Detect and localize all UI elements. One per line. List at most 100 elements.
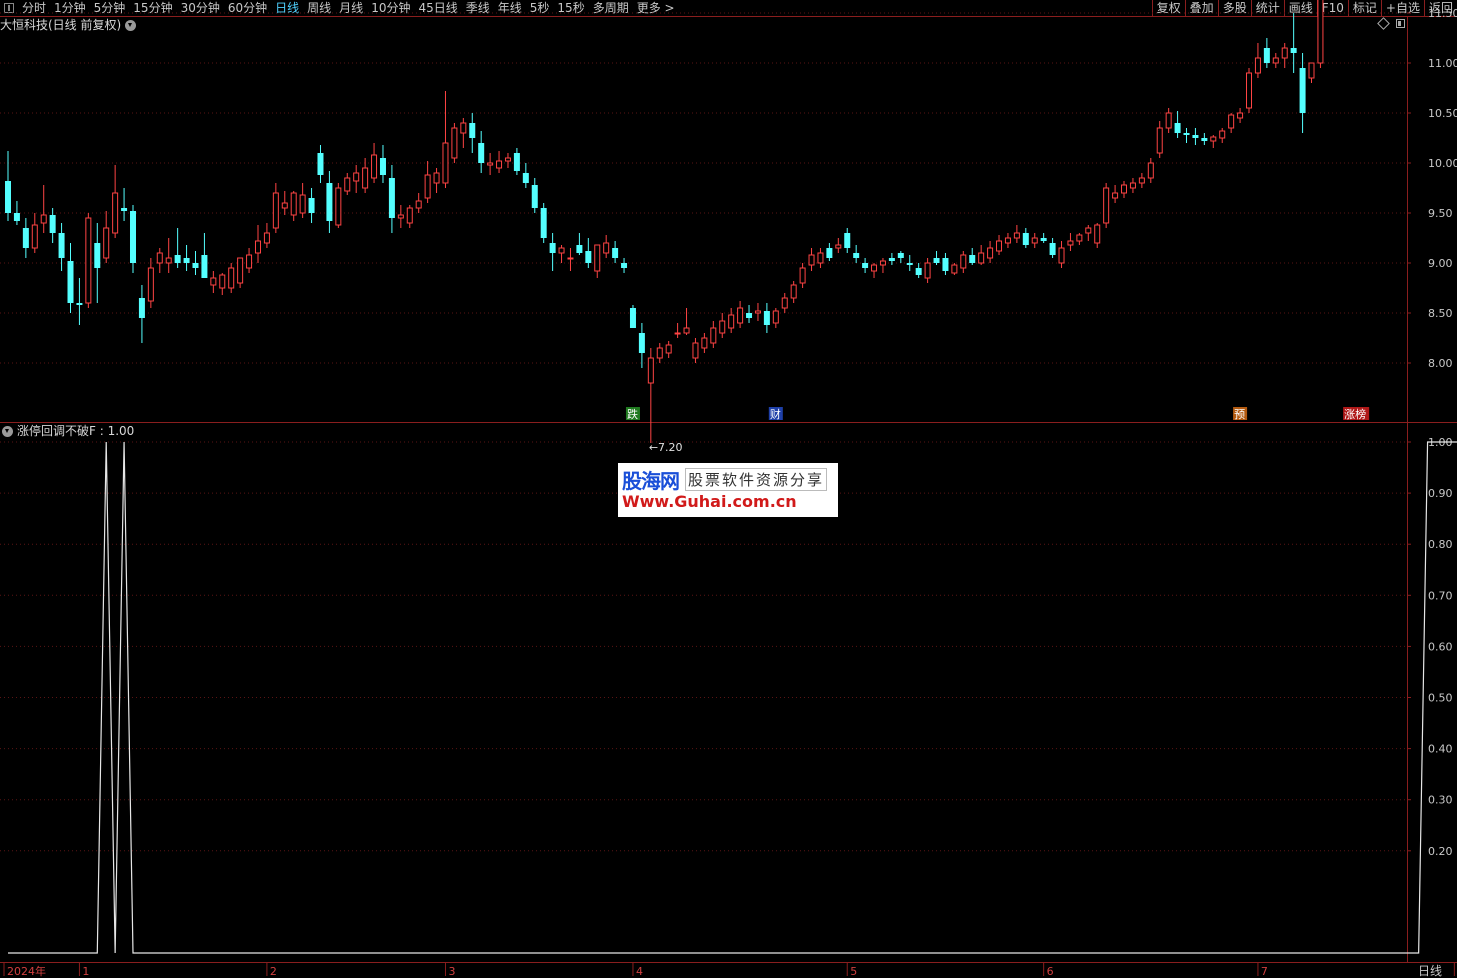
x-tick-label: 7 [1261,965,1268,978]
candle-body [558,247,565,254]
candle-body [1147,162,1154,179]
candle-body [594,244,601,272]
candle-body [576,245,583,253]
candle-body [85,217,92,304]
candle [1219,128,1226,143]
candle [263,223,270,248]
candle-body [987,247,994,259]
candle-body [746,313,753,318]
candle-body [1067,240,1074,246]
candle [174,228,181,268]
candle-body [1121,184,1128,194]
candle [1094,223,1101,248]
candle-body [40,214,47,224]
candle-body [665,344,672,354]
candle-body [683,327,690,334]
candle [701,333,708,353]
candle [326,171,333,233]
candle-body [951,264,958,274]
candle [237,257,244,288]
candle [1076,233,1083,245]
candle-body [513,153,520,171]
candle [1058,241,1065,268]
candle [656,343,663,363]
x-tick-label: 5 [850,965,857,978]
event-tag-label: 跌 [627,407,638,421]
candle [335,183,342,228]
candle-body [540,208,547,238]
candle [371,143,378,183]
candle [76,278,83,325]
candle-body [1317,0,1324,64]
candle [478,131,485,173]
candle [1040,233,1047,243]
candle [1004,233,1011,248]
candle-body [469,123,476,138]
candle [469,113,476,153]
candle-body [906,263,913,265]
candle-body [656,347,663,359]
candle [1308,62,1315,83]
candle [281,191,288,215]
candle [344,173,351,195]
candle [746,305,753,323]
candle-body [1040,238,1047,241]
candle-body [567,257,574,260]
candle-body [817,252,824,264]
watermark-logo: 股海网 股票软件资源分享 Www.Guhai.com.cn [618,463,838,517]
candle [1165,108,1172,133]
candle [996,235,1003,255]
candle [442,91,449,188]
candle-body [1103,187,1110,224]
candle [817,248,824,268]
candle-body [647,357,654,384]
candle-body [478,143,485,163]
candle-body [129,211,136,263]
candle-body [531,185,538,208]
candle-body [165,257,172,264]
candle [1031,233,1038,248]
candle-body [272,192,279,229]
candle-body [1174,123,1181,133]
candle [504,153,511,168]
candle-body [879,260,886,266]
candle [496,151,503,173]
candle-body [237,257,244,284]
candle-body [996,240,1003,252]
candle-body [1165,112,1172,129]
candle [558,245,565,263]
candle [888,253,895,265]
candle-body [344,177,351,192]
candle-body [299,194,306,214]
candle [1290,13,1297,73]
candle-body [1049,243,1056,255]
candle [58,223,65,271]
candle-body [147,267,154,302]
candle [799,263,806,288]
candle [897,251,904,263]
candle [31,213,38,253]
candle-body [442,142,449,184]
candle-body [433,172,440,184]
candle-body [549,243,556,253]
candle [951,263,958,275]
candle-body [1058,247,1065,264]
candle-body [710,327,717,344]
indicator-tick-label: 0.40 [1428,743,1453,756]
candle-body [781,297,788,309]
watermark-url: Www.Guhai.com.cn [622,492,797,511]
candle [1112,185,1119,203]
candle-body [487,162,494,166]
candle [960,251,967,273]
candle-body [49,215,56,233]
candle [353,165,360,193]
candle [924,258,931,283]
candle-body [924,262,931,279]
price-tick-label: 10.50 [1428,107,1457,120]
candle [451,123,458,163]
candle-body [379,158,386,175]
candle-body [138,298,145,318]
candle [94,223,101,303]
candle [531,178,538,213]
candle [683,308,690,335]
